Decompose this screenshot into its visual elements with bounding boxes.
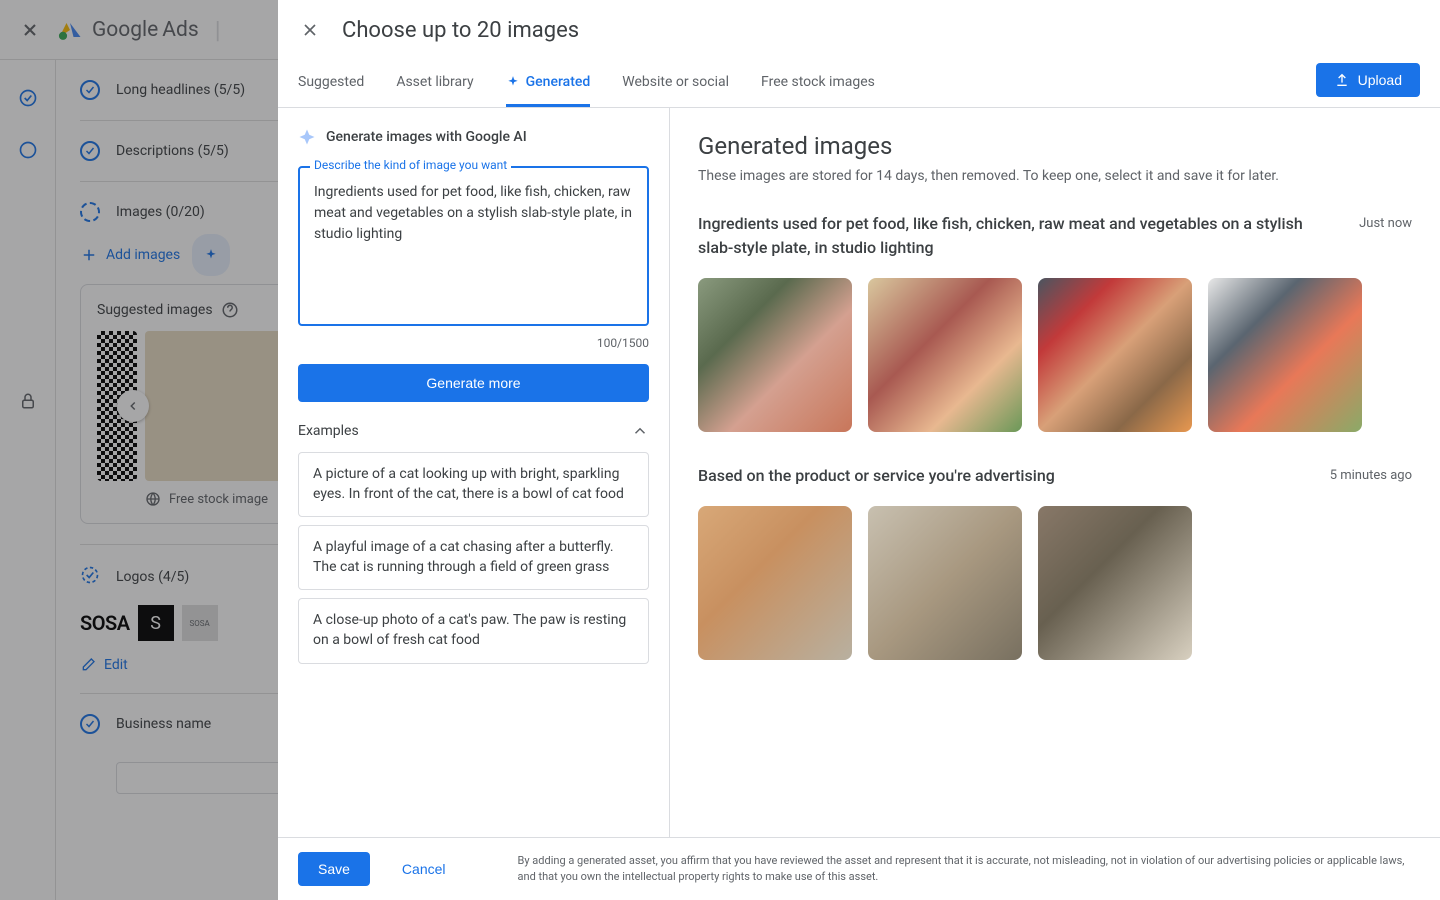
modal-title: Choose up to 20 images	[342, 18, 579, 43]
modal-tabs: Suggested Asset library Generated Websit…	[298, 60, 875, 107]
section-prompt-title: Based on the product or service you're a…	[698, 464, 1310, 488]
section-time: 5 minutes ago	[1330, 468, 1412, 483]
tab-generated[interactable]: Generated	[506, 60, 591, 107]
ai-header: Generate images with Google AI	[298, 128, 649, 146]
close-icon[interactable]	[298, 18, 322, 42]
tab-free-stock[interactable]: Free stock images	[761, 60, 875, 107]
section-header: Based on the product or service you're a…	[698, 464, 1412, 488]
sparkle-icon	[506, 75, 520, 89]
upload-button[interactable]: Upload	[1316, 63, 1420, 97]
generated-image[interactable]	[868, 278, 1022, 432]
generate-panel: Generate images with Google AI Describe …	[278, 108, 670, 837]
example-prompt[interactable]: A picture of a cat looking up with brigh…	[298, 452, 649, 517]
generated-image-grid	[698, 506, 1412, 660]
generated-image[interactable]	[698, 278, 852, 432]
prompt-input-wrap: Describe the kind of image you want	[298, 166, 649, 330]
tab-website-social[interactable]: Website or social	[622, 60, 729, 107]
chevron-up-icon	[631, 422, 649, 440]
prompt-label: Describe the kind of image you want	[310, 158, 511, 172]
modal-header: Choose up to 20 images	[278, 0, 1440, 60]
examples-label: Examples	[298, 423, 359, 439]
char-count: 100/1500	[298, 336, 649, 350]
tab-asset-library[interactable]: Asset library	[396, 60, 473, 107]
disclaimer-text: By adding a generated asset, you affirm …	[518, 853, 1420, 886]
modal-tabs-row: Suggested Asset library Generated Websit…	[278, 60, 1440, 108]
example-prompt[interactable]: A playful image of a cat chasing after a…	[298, 525, 649, 590]
generated-image[interactable]	[1038, 506, 1192, 660]
save-button[interactable]: Save	[298, 852, 370, 886]
ai-title: Generate images with Google AI	[326, 129, 527, 145]
generated-image[interactable]	[1038, 278, 1192, 432]
generated-image[interactable]	[868, 506, 1022, 660]
modal-body: Generate images with Google AI Describe …	[278, 108, 1440, 837]
examples-toggle[interactable]: Examples	[298, 402, 649, 452]
results-title: Generated images	[698, 132, 1412, 160]
ai-diamond-icon	[298, 128, 316, 146]
cancel-button[interactable]: Cancel	[390, 852, 458, 886]
upload-label: Upload	[1358, 72, 1402, 88]
upload-icon	[1334, 72, 1350, 88]
example-prompt[interactable]: A close-up photo of a cat's paw. The paw…	[298, 598, 649, 663]
section-time: Just now	[1359, 216, 1412, 231]
section-header: Ingredients used for pet food, like fish…	[698, 212, 1412, 260]
generated-image[interactable]	[698, 506, 852, 660]
modal-footer: Save Cancel By adding a generated asset,…	[278, 837, 1440, 900]
generate-more-button[interactable]: Generate more	[298, 364, 649, 402]
prompt-input[interactable]	[298, 166, 649, 326]
results-subtitle: These images are stored for 14 days, the…	[698, 168, 1412, 184]
results-panel: Generated images These images are stored…	[670, 108, 1440, 837]
generated-image-grid	[698, 278, 1412, 432]
section-prompt-title: Ingredients used for pet food, like fish…	[698, 212, 1339, 260]
generated-image[interactable]	[1208, 278, 1362, 432]
image-picker-modal: Choose up to 20 images Suggested Asset l…	[278, 0, 1440, 900]
tab-suggested[interactable]: Suggested	[298, 60, 364, 107]
